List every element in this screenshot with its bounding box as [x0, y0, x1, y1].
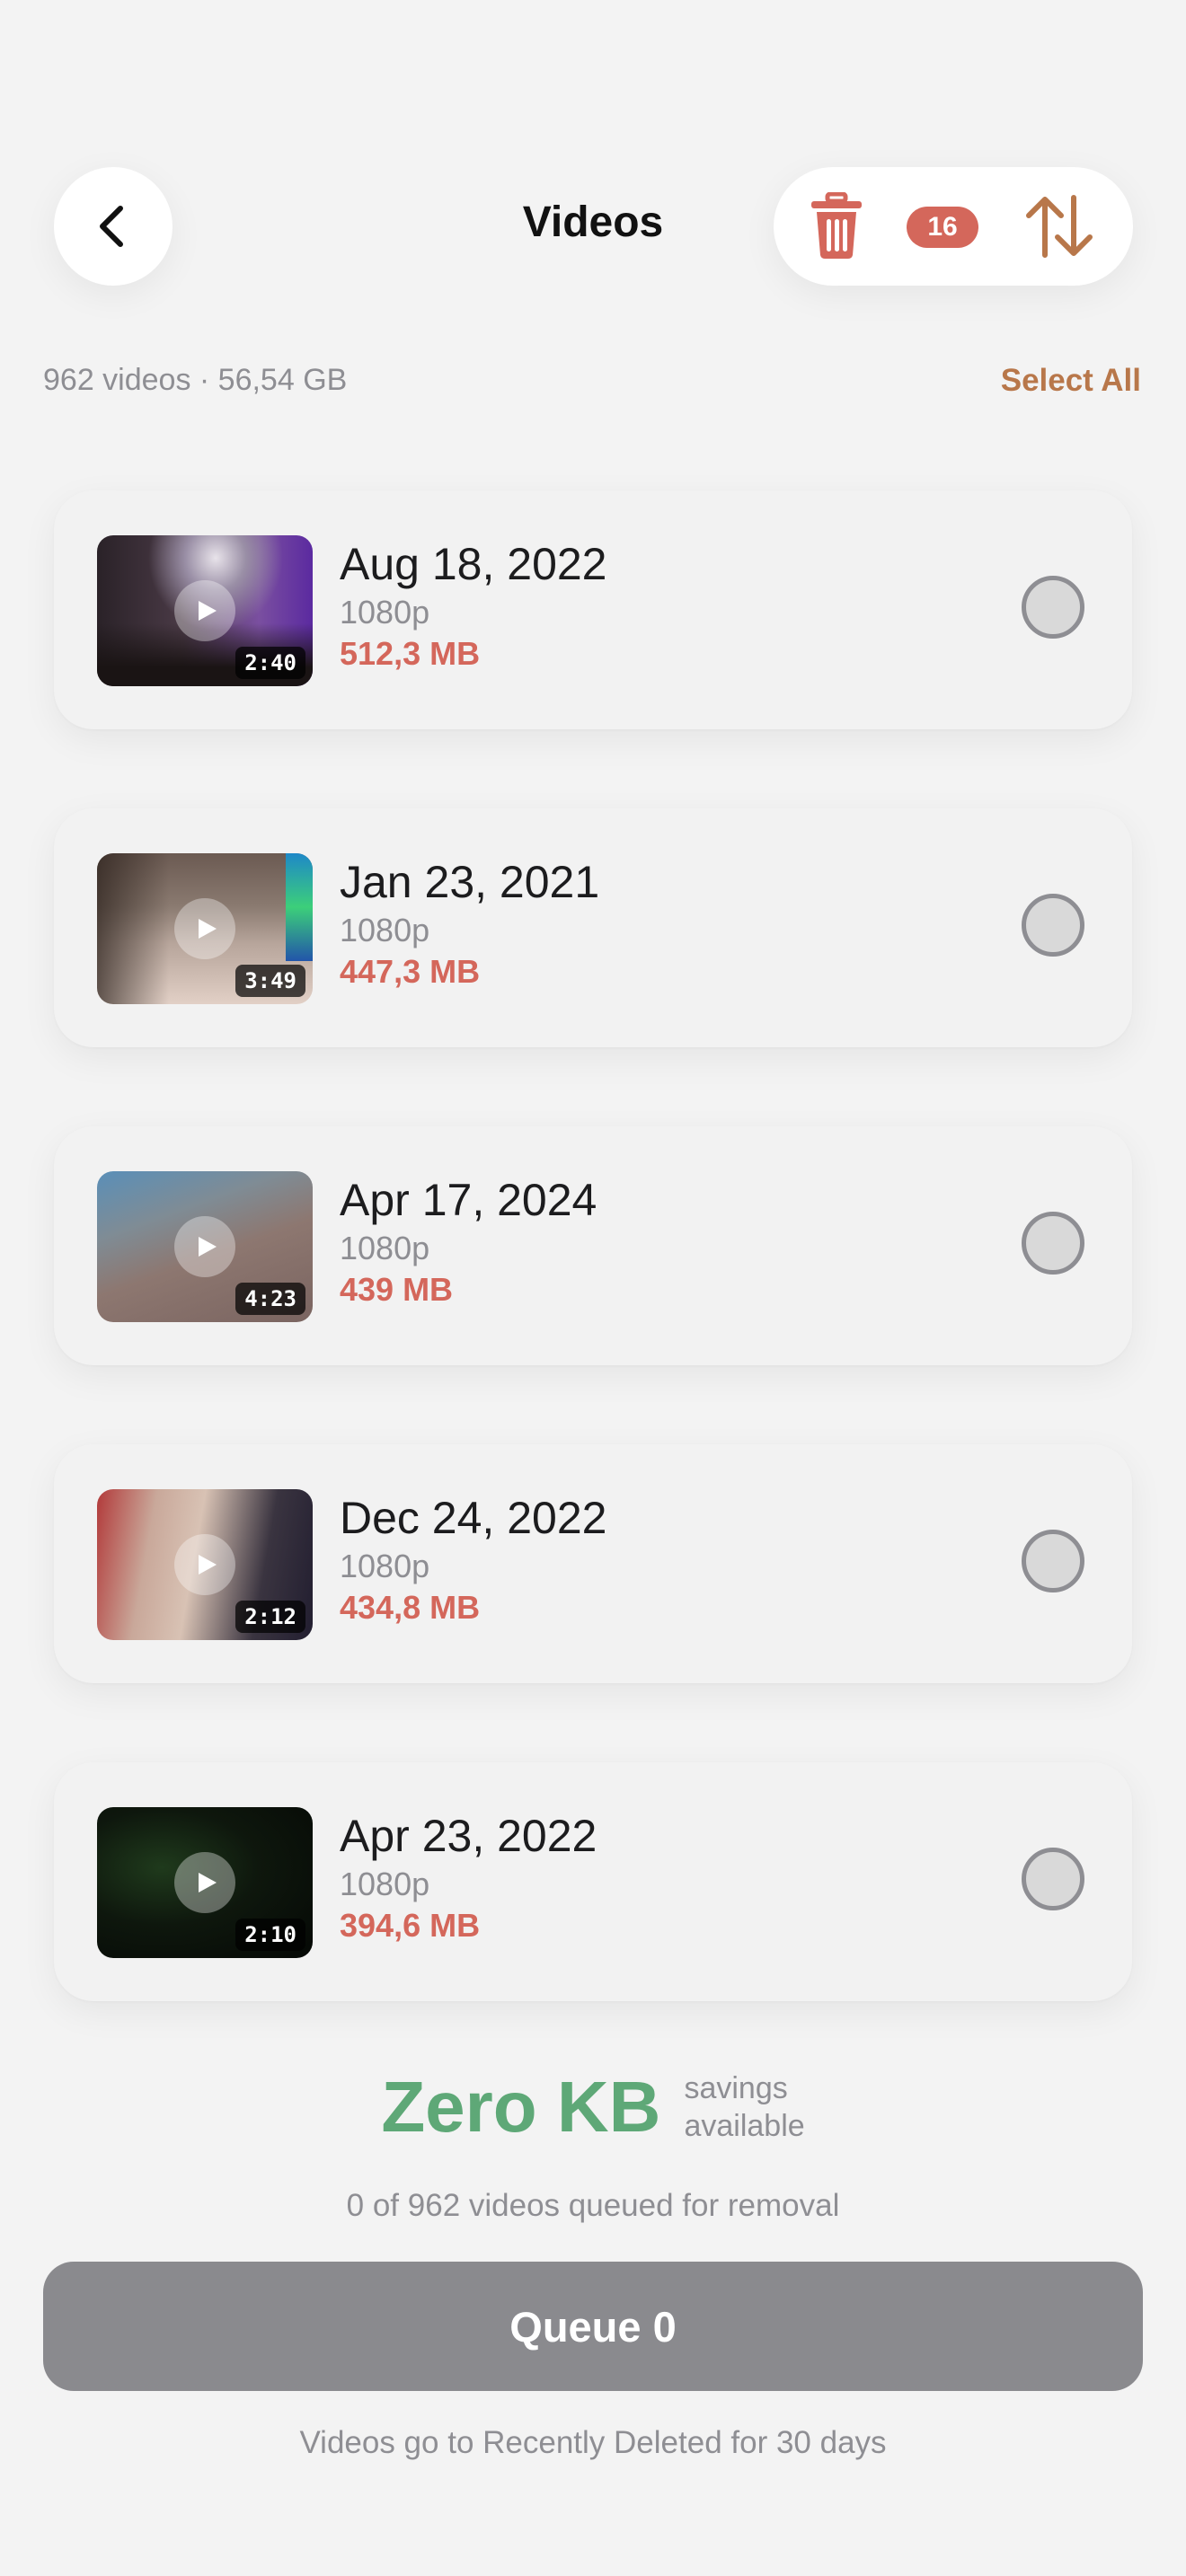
video-size: 439 MB [340, 1271, 454, 1308]
video-size: 394,6 MB [340, 1907, 481, 1944]
savings-label: savings available [684, 2069, 804, 2145]
select-radio[interactable] [1022, 1212, 1084, 1275]
queue-button[interactable]: Queue 0 [43, 2262, 1143, 2391]
video-duration: 3:49 [235, 965, 305, 997]
savings-label-line1: savings [684, 2071, 788, 2105]
video-info: Apr 23, 2022 1080p 394,6 MB [340, 1809, 597, 1945]
video-thumbnail: 2:40 [97, 535, 313, 686]
video-thumbnail: 2:10 [97, 1807, 313, 1958]
video-row[interactable]: 2:40 Aug 18, 2022 1080p 512,3 MB [54, 490, 1132, 729]
video-info: Dec 24, 2022 1080p 434,8 MB [340, 1491, 606, 1628]
video-size: 512,3 MB [340, 635, 481, 672]
select-radio[interactable] [1022, 894, 1084, 957]
library-summary: 962 videos · 56,54 GB [43, 363, 348, 397]
video-row[interactable]: 4:23 Apr 17, 2024 1080p 439 MB [54, 1126, 1132, 1365]
sort-arrows-icon [1026, 195, 1093, 258]
savings-summary: Zero KB savings available [0, 2066, 1186, 2148]
video-size: 434,8 MB [340, 1589, 481, 1626]
video-resolution: 1080p [340, 594, 430, 631]
recently-deleted-note: Videos go to Recently Deleted for 30 day… [299, 2425, 887, 2460]
video-resolution: 1080p [340, 1866, 430, 1902]
video-resolution: 1080p [340, 1230, 430, 1266]
trash-button[interactable]: 16 [808, 192, 978, 260]
video-info: Aug 18, 2022 1080p 512,3 MB [340, 537, 607, 674]
play-icon [174, 898, 235, 959]
select-radio[interactable] [1022, 1530, 1084, 1592]
video-info: Jan 23, 2021 1080p 447,3 MB [340, 855, 599, 992]
select-radio[interactable] [1022, 576, 1084, 639]
video-date: Apr 23, 2022 [340, 1811, 597, 1861]
video-date: Apr 17, 2024 [340, 1175, 597, 1225]
video-duration: 4:23 [235, 1283, 305, 1315]
play-icon [174, 1852, 235, 1913]
video-row[interactable]: 2:10 Apr 23, 2022 1080p 394,6 MB [54, 1762, 1132, 2001]
videos-screen: Videos 16 962 videos · 56,54 GB Select A… [0, 0, 1186, 2576]
video-row[interactable]: 2:12 Dec 24, 2022 1080p 434,8 MB [54, 1444, 1132, 1683]
video-duration: 2:12 [235, 1601, 305, 1633]
video-duration: 2:40 [235, 647, 305, 679]
header-actions: 16 [774, 167, 1133, 286]
select-radio[interactable] [1022, 1848, 1084, 1910]
video-thumbnail: 2:12 [97, 1489, 313, 1640]
select-all-button[interactable]: Select All [1001, 363, 1141, 399]
video-date: Dec 24, 2022 [340, 1493, 607, 1543]
video-date: Jan 23, 2021 [340, 857, 600, 907]
trash-icon [811, 192, 862, 259]
video-info: Apr 17, 2024 1080p 439 MB [340, 1173, 597, 1310]
trash-count-badge: 16 [907, 207, 978, 248]
video-size: 447,3 MB [340, 953, 481, 990]
queued-count-text: 0 of 962 videos queued for removal [346, 2188, 840, 2223]
play-icon [174, 1534, 235, 1595]
sort-button[interactable] [1022, 194, 1097, 259]
video-resolution: 1080p [340, 912, 430, 948]
play-icon [174, 580, 235, 641]
video-thumbnail: 3:49 [97, 853, 313, 1004]
savings-label-line2: available [684, 2109, 805, 2143]
video-duration: 2:10 [235, 1919, 305, 1951]
video-row[interactable]: 3:49 Jan 23, 2021 1080p 447,3 MB [54, 808, 1132, 1047]
video-thumbnail: 4:23 [97, 1171, 313, 1322]
savings-value: Zero KB [381, 2067, 661, 2147]
video-date: Aug 18, 2022 [340, 539, 607, 589]
video-resolution: 1080p [340, 1548, 430, 1584]
play-icon [174, 1216, 235, 1277]
